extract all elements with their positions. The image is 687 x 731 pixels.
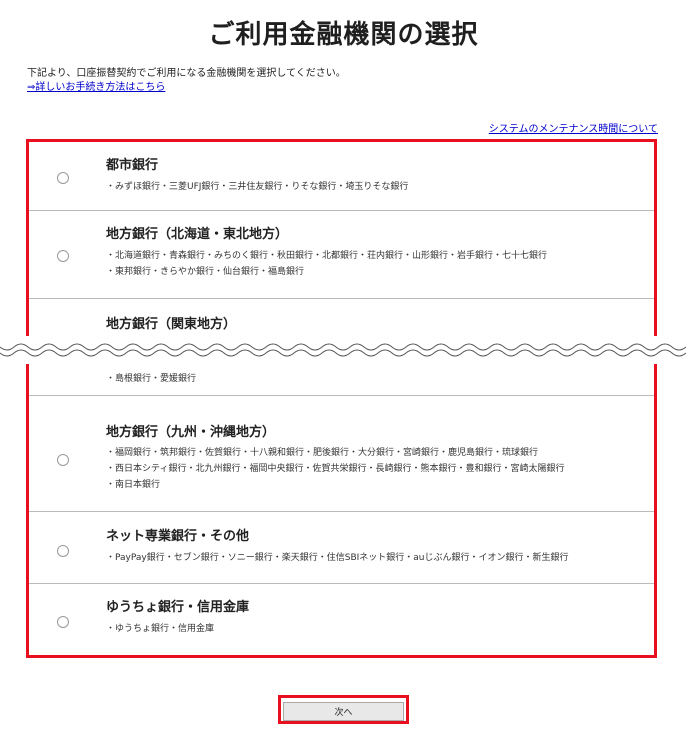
category-title: 地方銀行（北海道・東北地方） bbox=[106, 227, 289, 242]
category-bank-list: ・福岡銀行・筑邦銀行・佐賀銀行・十八親和銀行・肥後銀行・大分銀行・宮崎銀行・鹿児… bbox=[106, 448, 565, 490]
bank-category-list-bottom: ・島根銀行・愛媛銀行 地方銀行（九州・沖縄地方） ・福岡銀行・筑邦銀行・佐賀銀行… bbox=[26, 364, 657, 658]
category-item-net-banks[interactable]: ネット専業銀行・その他 ・PayPay銀行・セブン銀行・ソニー銀行・楽天銀行・住… bbox=[29, 512, 654, 584]
bank-category-list-top: 都市銀行 ・みずほ銀行・三菱UFJ銀行・三井住友銀行・りそな銀行・埼玉りそな銀行… bbox=[26, 139, 657, 336]
next-button-highlight: 次へ bbox=[278, 695, 409, 724]
radio-city-banks[interactable] bbox=[57, 172, 69, 184]
category-title: 地方銀行（九州・沖縄地方） bbox=[106, 425, 276, 440]
category-bank-list: ・みずほ銀行・三菱UFJ銀行・三井住友銀行・りそな銀行・埼玉りそな銀行 bbox=[106, 182, 409, 192]
radio-yucho-shinkin[interactable] bbox=[57, 616, 69, 628]
category-bank-list: ・北海道銀行・青森銀行・みちのく銀行・秋田銀行・北都銀行・荘内銀行・山形銀行・岩… bbox=[106, 251, 548, 277]
procedure-details-link[interactable]: ⇒詳しいお手続き方法はこちら bbox=[27, 82, 165, 93]
category-item-city-banks[interactable]: 都市銀行 ・みずほ銀行・三菱UFJ銀行・三井住友銀行・りそな銀行・埼玉りそな銀行 bbox=[29, 142, 654, 211]
radio-kyushu-okinawa[interactable] bbox=[57, 454, 69, 466]
category-bank-list: ・PayPay銀行・セブン銀行・ソニー銀行・楽天銀行・住信SBIネット銀行・au… bbox=[106, 553, 569, 563]
category-title: 地方銀行（関東地方） bbox=[106, 317, 237, 332]
category-bank-list: ・島根銀行・愛媛銀行 bbox=[106, 374, 197, 384]
maintenance-info-link[interactable]: システムのメンテナンス時間について bbox=[489, 120, 658, 135]
radio-hokkaido-tohoku[interactable] bbox=[57, 250, 69, 262]
category-title: ネット専業銀行・その他 bbox=[106, 529, 250, 544]
category-item-kanto[interactable]: 地方銀行（関東地方） bbox=[29, 299, 654, 336]
category-title: 都市銀行 bbox=[106, 158, 159, 173]
category-item-kyushu-okinawa[interactable]: 地方銀行（九州・沖縄地方） ・福岡銀行・筑邦銀行・佐賀銀行・十八親和銀行・肥後銀… bbox=[29, 396, 654, 512]
intro-section: 下記より、口座振替契約でご利用になる金融機関を選択してください。 ⇒詳しいお手続… bbox=[27, 67, 346, 95]
category-item-hokkaido-tohoku[interactable]: 地方銀行（北海道・東北地方） ・北海道銀行・青森銀行・みちのく銀行・秋田銀行・北… bbox=[29, 211, 654, 299]
category-item-partial[interactable]: ・島根銀行・愛媛銀行 bbox=[29, 364, 654, 396]
radio-net-banks[interactable] bbox=[57, 545, 69, 557]
next-button[interactable]: 次へ bbox=[283, 702, 404, 721]
page-title: ご利用金融機関の選択 bbox=[208, 20, 479, 50]
category-item-yucho-shinkin[interactable]: ゆうちょ銀行・信用金庫 ・ゆうちょ銀行・信用金庫 bbox=[29, 584, 654, 655]
wavy-break-line bbox=[0, 343, 687, 357]
category-title: ゆうちょ銀行・信用金庫 bbox=[106, 600, 250, 615]
omission-break bbox=[0, 336, 687, 364]
category-bank-list: ・ゆうちょ銀行・信用金庫 bbox=[106, 624, 215, 634]
intro-text: 下記より、口座振替契約でご利用になる金融機関を選択してください。 bbox=[27, 68, 346, 79]
